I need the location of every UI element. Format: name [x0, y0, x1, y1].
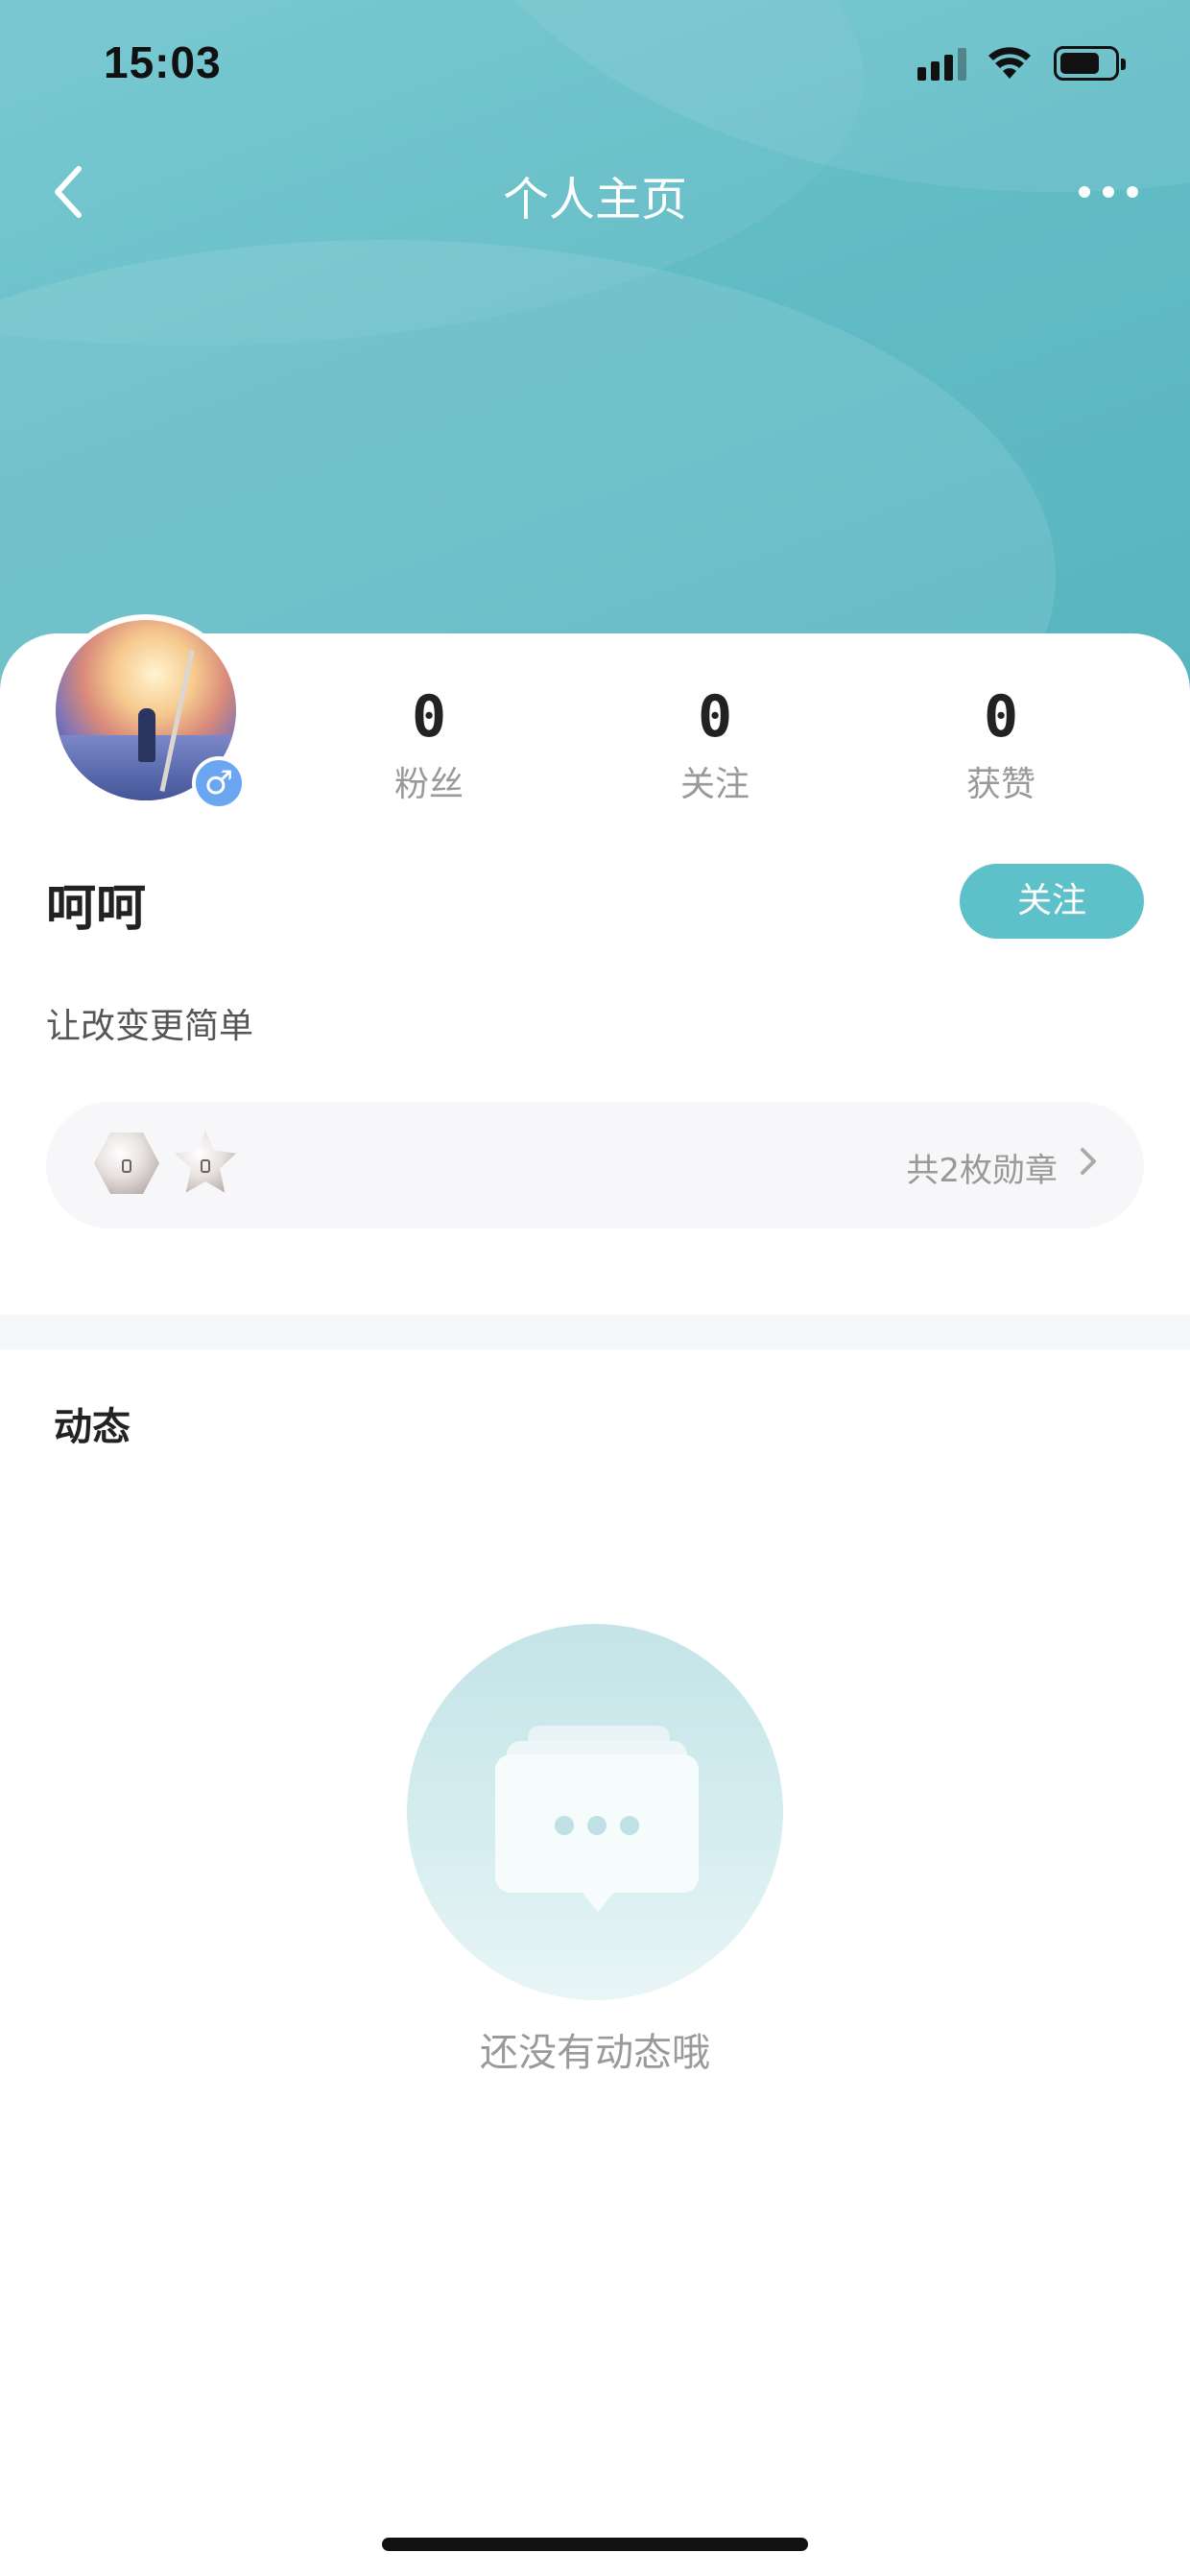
chevron-right-icon — [1081, 1148, 1096, 1175]
fans-count: 0 — [411, 683, 447, 751]
home-indicator[interactable] — [382, 2538, 808, 2551]
username: 呵呵 — [46, 880, 147, 938]
likes-label: 获赞 — [965, 765, 1035, 804]
following-label: 关注 — [679, 765, 750, 804]
medal-bar[interactable]: 共2枚勋章 — [46, 1102, 1144, 1228]
user-bio: 让改变更简单 — [46, 1007, 254, 1046]
follow-button[interactable]: 关注 — [960, 864, 1144, 939]
chat-bubble-tail — [581, 1891, 615, 1912]
page-title: 个人主页 — [502, 173, 687, 227]
feed-section-title: 动态 — [54, 1405, 131, 1449]
profile-header-background — [0, 0, 1190, 691]
stat-fans[interactable]: 0 粉丝 — [333, 683, 525, 806]
fans-label: 粉丝 — [393, 765, 464, 804]
stat-likes[interactable]: 0 获赞 — [905, 683, 1097, 806]
empty-state-text: 还没有动态哦 — [480, 2031, 710, 2075]
wifi-icon — [988, 47, 1031, 79]
more-options-icon[interactable] — [1075, 182, 1142, 202]
section-divider — [0, 1315, 1190, 1349]
hexagon-medal-icon — [94, 1133, 159, 1194]
stat-following[interactable]: 0 关注 — [619, 683, 811, 806]
chat-bubble-icon — [495, 1754, 699, 1893]
male-gender-icon: ♂ — [192, 756, 246, 810]
following-count: 0 — [697, 683, 733, 751]
status-bar-time: 15:03 — [104, 37, 222, 87]
cellular-signal-icon — [917, 48, 967, 81]
likes-count: 0 — [983, 683, 1019, 751]
star-medal-icon — [175, 1131, 236, 1193]
battery-icon — [1054, 46, 1126, 81]
medal-count: 共2枚勋章 — [906, 1152, 1058, 1190]
